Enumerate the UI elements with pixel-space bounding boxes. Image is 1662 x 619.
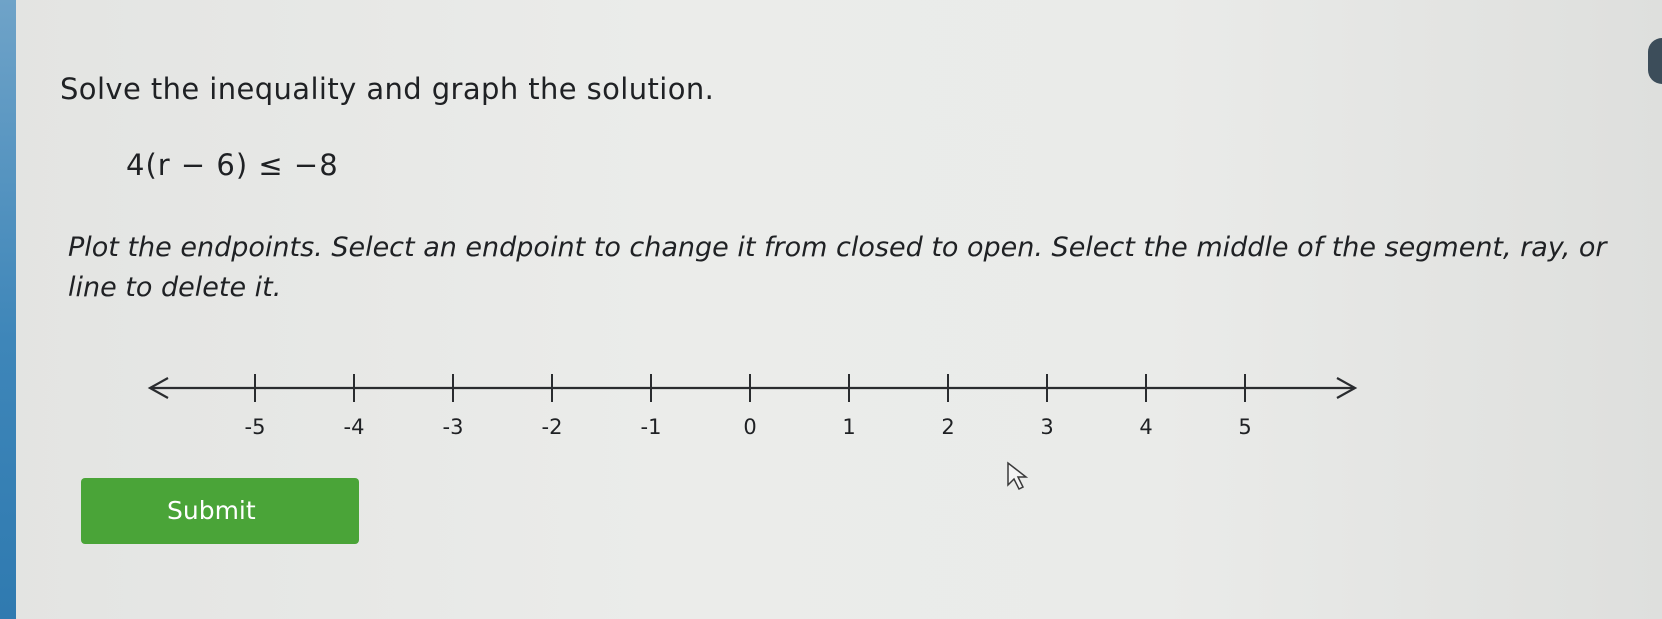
tick-group: -5 -4 -3 -2 -1 0 1 2 3 4 5 (245, 374, 1252, 439)
tick-label: -1 (641, 415, 662, 439)
submit-button[interactable]: Submit (81, 478, 359, 544)
tick-label: 2 (941, 415, 954, 439)
tick-label: 5 (1238, 415, 1251, 439)
tick-label: -3 (443, 415, 464, 439)
tick-label: -2 (542, 415, 563, 439)
tick-label: 0 (743, 415, 756, 439)
screen: Solve the inequality and graph the solut… (0, 0, 1662, 619)
mouse-pointer-icon (1007, 461, 1029, 491)
tick-label: -4 (344, 415, 365, 439)
tick-label: 3 (1040, 415, 1053, 439)
tick-label: 4 (1139, 415, 1152, 439)
tick-label: -5 (245, 415, 266, 439)
number-line[interactable]: -5 -4 -3 -2 -1 0 1 2 3 4 5 (0, 0, 1662, 470)
tick-label: 1 (842, 415, 855, 439)
